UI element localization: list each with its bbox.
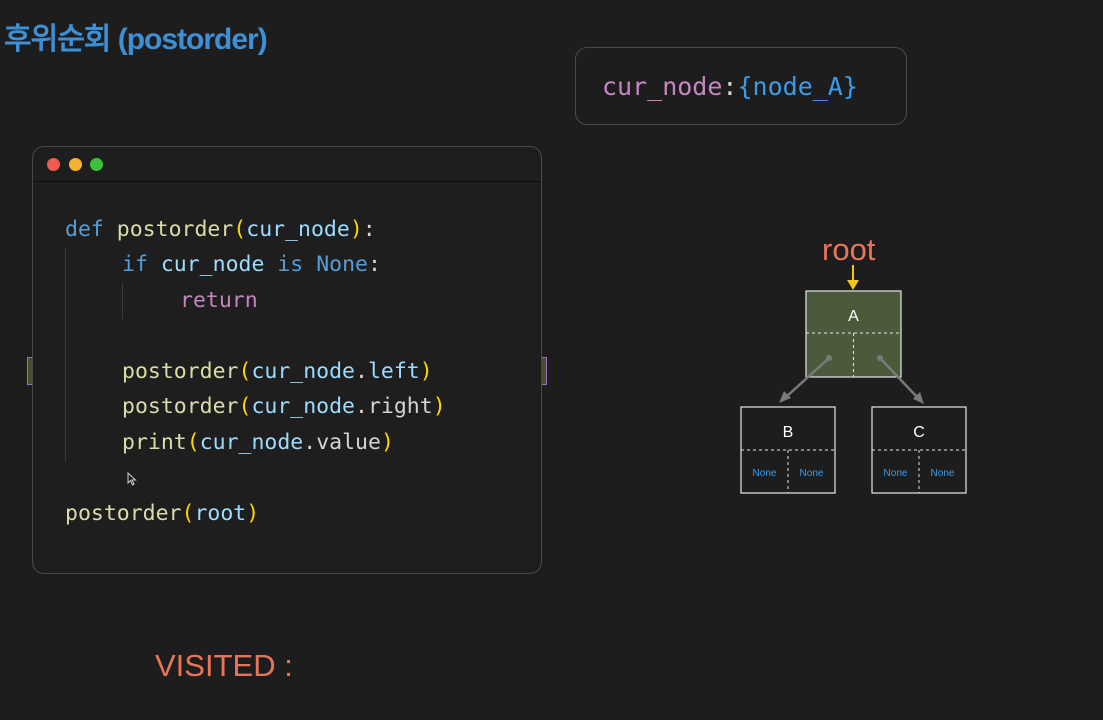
code-token: cur_node (199, 430, 304, 455)
code-content: def postorder(cur_node): if cur_node is … (33, 147, 541, 573)
edge-a-b (779, 355, 832, 403)
var-close-brace: } (842, 71, 858, 101)
root-label: root (822, 232, 876, 267)
code-line-5: postorder(cur_node.right) (122, 392, 446, 422)
node-b-left-none: None (753, 468, 777, 479)
node-a-label: A (848, 308, 859, 325)
tree-node-a[interactable]: A (805, 290, 902, 378)
var-colon: : (722, 71, 738, 101)
code-token: ) (419, 359, 433, 384)
var-name: cur_node (602, 71, 723, 101)
code-token: cur_node (246, 217, 350, 242)
node-c-label: C (913, 424, 925, 441)
code-token: . (355, 394, 368, 419)
code-token: ) (380, 430, 394, 455)
code-token: if (122, 252, 148, 277)
code-token: None (316, 252, 368, 277)
code-token: return (180, 288, 258, 313)
node-b-label: B (783, 424, 794, 441)
code-token: ( (238, 394, 252, 419)
code-token: ) (432, 394, 446, 419)
code-token: cur_node (251, 359, 356, 384)
code-token: ( (186, 430, 200, 455)
var-open-brace: { (737, 71, 753, 101)
code-line-3: return (180, 286, 258, 316)
code-line-7: postorder(root) (65, 499, 259, 529)
visited-label: VISITED : (155, 648, 293, 683)
code-token: : (362, 217, 376, 242)
code-token: ( (233, 217, 247, 242)
code-token: . (303, 430, 317, 455)
code-token: : (367, 252, 381, 277)
tree-node-c[interactable]: C None None (871, 406, 967, 494)
page-title: 후위순회 (postorder) (4, 23, 268, 56)
code-line-1: def postorder(cur_node): (65, 215, 376, 245)
code-token: postorder (116, 217, 234, 242)
code-token: . (355, 359, 368, 384)
code-token: postorder (122, 359, 239, 384)
code-token: root (194, 501, 247, 526)
code-token: ) (246, 501, 260, 526)
code-token: is (277, 252, 304, 277)
code-token: postorder (122, 394, 239, 419)
code-token: print (122, 430, 187, 455)
code-token: ( (181, 501, 195, 526)
node-b-right-none: None (800, 468, 824, 479)
code-line-2: if cur_node is None: (122, 250, 381, 280)
root-pointer-arrow (847, 265, 859, 290)
code-token: cur_node (251, 394, 356, 419)
mouse-cursor-icon (127, 472, 137, 486)
code-token: postorder (65, 501, 182, 526)
node-c-left-none: None (884, 468, 908, 479)
code-token: ( (238, 359, 252, 384)
edge-a-c (877, 355, 924, 404)
code-line-6: print(cur_node.value) (122, 428, 394, 458)
code-editor-window: def postorder(cur_node): if cur_node is … (32, 146, 542, 574)
node-c-right-none: None (931, 468, 955, 479)
code-line-4: postorder(cur_node.left) (122, 357, 433, 387)
code-token: right (367, 394, 433, 419)
var-value: node_A (752, 71, 843, 101)
code-token: left (367, 359, 420, 384)
code-token: ) (349, 217, 363, 242)
code-token: def (65, 217, 104, 242)
tree-node-b[interactable]: B None None (740, 406, 836, 494)
code-token: cur_node (160, 252, 265, 277)
current-node-display: cur_node:{node_A} (575, 47, 907, 125)
code-token: value (316, 430, 381, 455)
